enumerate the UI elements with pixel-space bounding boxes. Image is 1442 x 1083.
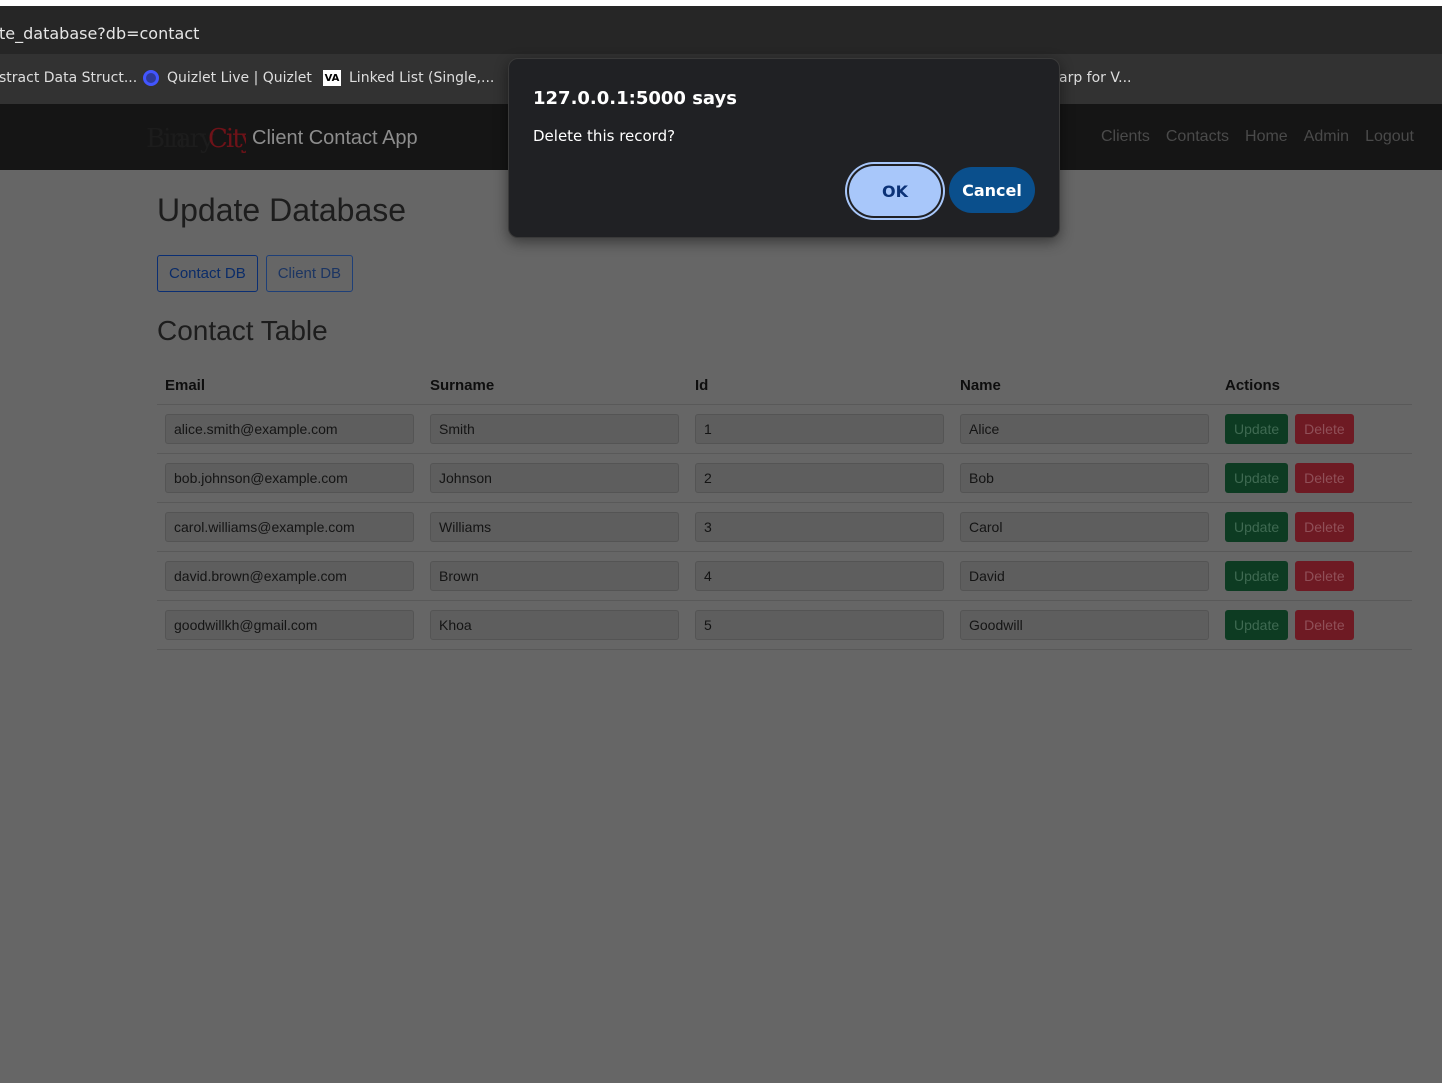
- confirm-dialog: 127.0.0.1:5000 says Delete this record? …: [508, 58, 1060, 238]
- name-field[interactable]: Bob: [960, 463, 1209, 493]
- column-header-surname: Surname: [430, 376, 495, 394]
- table-row: bob.johnson@example.com Johnson 2 Bob Up…: [157, 454, 1412, 503]
- nav-link-clients[interactable]: Clients: [1101, 128, 1150, 146]
- address-url[interactable]: te_database?db=contact: [0, 24, 199, 43]
- surname-field[interactable]: Khoa: [430, 610, 679, 640]
- dialog-title: 127.0.0.1:5000 says: [533, 88, 737, 109]
- contact-table: Email Surname Id Name Actions alice.smit…: [157, 366, 1412, 650]
- svg-text:City: City: [208, 124, 246, 154]
- column-header-name: Name: [960, 376, 1001, 394]
- contact-db-button[interactable]: Contact DB: [157, 255, 258, 292]
- surname-field[interactable]: Brown: [430, 561, 679, 591]
- bookmark-label: Quizlet Live | Quizlet: [167, 70, 312, 86]
- db-switcher: Contact DB Client DB: [157, 255, 354, 292]
- client-db-button[interactable]: Client DB: [265, 255, 354, 292]
- name-field[interactable]: Alice: [960, 414, 1209, 444]
- name-field[interactable]: Goodwill: [960, 610, 1209, 640]
- surname-field[interactable]: Williams: [430, 512, 679, 542]
- update-button[interactable]: Update: [1225, 610, 1289, 640]
- section-title: Contact Table: [157, 315, 328, 346]
- column-header-id: Id: [695, 376, 709, 394]
- table-row: david.brown@example.com Brown 4 David Up…: [157, 552, 1412, 601]
- delete-button[interactable]: Delete: [1295, 414, 1354, 444]
- update-button[interactable]: Update: [1225, 463, 1289, 493]
- bookmark-label: arp for V...: [1059, 70, 1132, 86]
- id-field[interactable]: 4: [695, 561, 944, 591]
- update-button[interactable]: Update: [1225, 561, 1289, 591]
- ok-button[interactable]: OK: [849, 166, 941, 216]
- table-row: alice.smith@example.com Smith 1 Alice Up…: [157, 405, 1412, 454]
- id-field[interactable]: 3: [695, 512, 944, 542]
- navbar-brand[interactable]: Bin ary City Client Contact App: [146, 121, 418, 155]
- nav-links: Clients Contacts Home Admin Logout: [1101, 128, 1414, 146]
- bookmark-label: stract Data Struct...: [0, 70, 138, 86]
- bookmark-sharp[interactable]: arp for V...: [1059, 70, 1132, 86]
- bookmark-label: Linked List (Single,...: [349, 70, 495, 86]
- nav-link-home[interactable]: Home: [1245, 128, 1288, 146]
- name-field[interactable]: David: [960, 561, 1209, 591]
- bookmark-quizlet-live[interactable]: Quizlet Live | Quizlet: [143, 70, 312, 86]
- id-field[interactable]: 5: [695, 610, 944, 640]
- delete-button[interactable]: Delete: [1295, 610, 1354, 640]
- surname-field[interactable]: Johnson: [430, 463, 679, 493]
- table-header: Email Surname Id Name Actions: [157, 366, 1412, 405]
- dialog-message: Delete this record?: [533, 127, 676, 145]
- update-button[interactable]: Update: [1225, 414, 1289, 444]
- bookmark-abstract-data-structures[interactable]: stract Data Struct...: [0, 70, 137, 86]
- email-field[interactable]: carol.williams@example.com: [165, 512, 414, 542]
- brand-title: Client Contact App: [252, 126, 418, 149]
- cancel-button[interactable]: Cancel: [949, 167, 1035, 213]
- id-field[interactable]: 1: [695, 414, 944, 444]
- surname-field[interactable]: Smith: [430, 414, 679, 444]
- delete-button[interactable]: Delete: [1295, 561, 1354, 591]
- table-row: goodwillkh@gmail.com Khoa 5 Goodwill Upd…: [157, 601, 1412, 650]
- nav-link-logout[interactable]: Logout: [1365, 128, 1414, 146]
- email-field[interactable]: goodwillkh@gmail.com: [165, 610, 414, 640]
- update-button[interactable]: Update: [1225, 512, 1289, 542]
- nav-link-contacts[interactable]: Contacts: [1166, 128, 1229, 146]
- visualgo-icon: VA: [323, 70, 341, 86]
- page-title: Update Database: [157, 192, 407, 228]
- name-field[interactable]: Carol: [960, 512, 1209, 542]
- table-row: carol.williams@example.com Williams 3 Ca…: [157, 503, 1412, 552]
- column-header-actions: Actions: [1225, 376, 1281, 394]
- email-field[interactable]: alice.smith@example.com: [165, 414, 414, 444]
- delete-button[interactable]: Delete: [1295, 463, 1354, 493]
- delete-button[interactable]: Delete: [1295, 512, 1354, 542]
- address-bar[interactable]: te_database?db=contact: [0, 6, 1442, 54]
- id-field[interactable]: 2: [695, 463, 944, 493]
- email-field[interactable]: bob.johnson@example.com: [165, 463, 414, 493]
- bookmark-linked-list[interactable]: VA Linked List (Single,...: [323, 70, 494, 86]
- email-field[interactable]: david.brown@example.com: [165, 561, 414, 591]
- nav-link-admin[interactable]: Admin: [1304, 128, 1349, 146]
- binarycity-logo: Bin ary City: [146, 124, 246, 154]
- column-header-email: Email: [165, 376, 206, 394]
- quizlet-icon: [143, 70, 159, 86]
